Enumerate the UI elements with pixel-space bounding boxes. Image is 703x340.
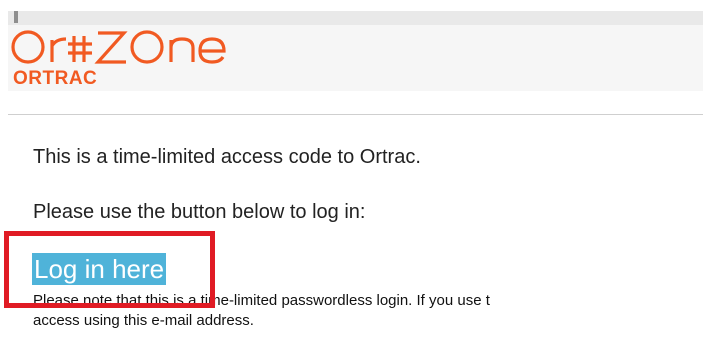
logo-letter-o	[11, 30, 45, 64]
logo-letter-z	[94, 31, 128, 64]
logo-cross-mark	[68, 36, 92, 62]
logo-letter-r	[50, 37, 67, 62]
ortrac-product-label: ORTRAC	[13, 68, 98, 89]
note-line-2: access using this e-mail address.	[33, 312, 254, 329]
intro-text: This is a time-limited access code to Or…	[33, 146, 421, 168]
logo-letter-o2	[130, 30, 164, 64]
instruction-text: Please use the button below to log in:	[33, 201, 366, 223]
email-view: ORTRAC This is a time-limited access cod…	[0, 0, 703, 340]
note-line-1: Please note that this is a time-limited …	[33, 292, 490, 309]
passwordless-login-note: Please note that this is a time-limited …	[33, 291, 703, 331]
ortzone-logo-wordmark	[11, 30, 226, 64]
header-divider	[8, 114, 703, 115]
logo-letter-n	[169, 37, 195, 62]
logo-letter-e	[198, 37, 226, 64]
log-in-here-link[interactable]: Log in here	[32, 253, 167, 285]
